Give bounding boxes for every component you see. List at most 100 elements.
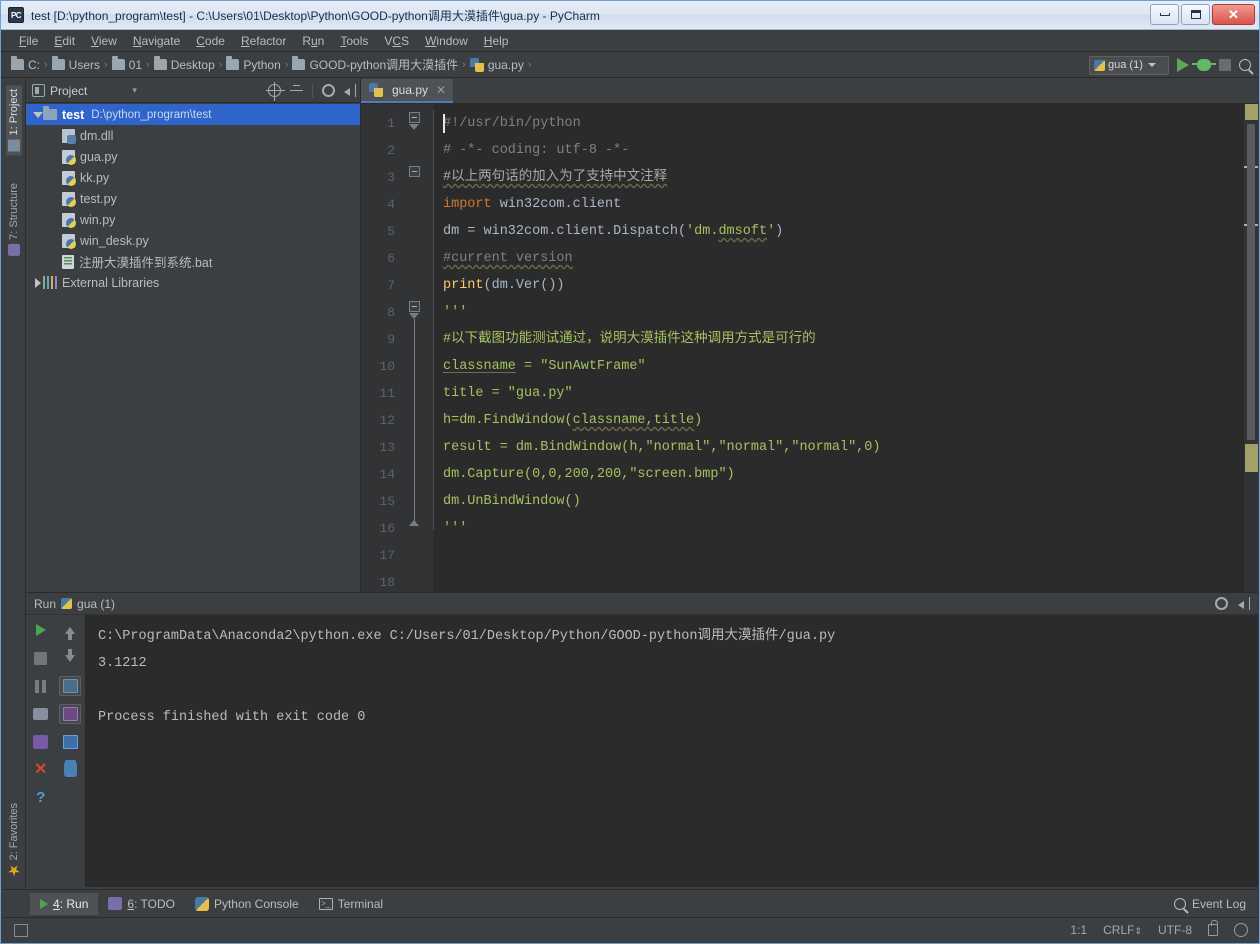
- code-line-1: #!/usr/bin/python: [433, 110, 1244, 137]
- app-icon: PC: [8, 7, 24, 23]
- tree-label: test.py: [80, 192, 117, 206]
- caret-position[interactable]: 1:1: [1070, 923, 1087, 937]
- menu-navigate[interactable]: Navigate: [125, 32, 188, 50]
- bottom-tab-terminal-label: Terminal: [338, 897, 383, 911]
- stop-button[interactable]: [30, 648, 52, 668]
- scroll-down-button[interactable]: [59, 648, 81, 668]
- fold-region-end-icon: [409, 124, 419, 130]
- sidebar-item-structure[interactable]: 7: Structure: [6, 179, 22, 260]
- run-console-output[interactable]: C:\ProgramData\Anaconda2\python.exe C:/U…: [86, 615, 1258, 887]
- code-text: #以下截图功能测试通过，说明大漠插件这种调用方式是可行的: [443, 332, 816, 347]
- minimize-button[interactable]: [1150, 4, 1179, 25]
- menu-vcs[interactable]: VCS: [376, 32, 417, 50]
- run-configuration-selector[interactable]: gua (1): [1089, 56, 1169, 75]
- line-number: 13: [361, 434, 433, 461]
- tree-row-bat[interactable]: 注册大漠插件到系统.bat: [26, 251, 360, 272]
- breadcrumb-item-6[interactable]: gua.py: [488, 58, 524, 72]
- menu-file[interactable]: File: [11, 32, 46, 50]
- pause-icon: [34, 680, 47, 693]
- menu-run[interactable]: Run: [294, 32, 332, 50]
- breadcrumb-item-5[interactable]: GOOD-python调用大漠插件: [309, 56, 458, 73]
- code-line-10: classname = "SunAwtFrame": [433, 353, 1244, 380]
- close-run-button[interactable]: ✕: [30, 760, 52, 780]
- fold-collapse-icon[interactable]: [409, 301, 420, 312]
- close-icon[interactable]: ✕: [436, 83, 446, 97]
- menu-view[interactable]: View: [83, 32, 125, 50]
- encoding[interactable]: UTF-8: [1158, 923, 1192, 937]
- event-log-button[interactable]: Event Log: [1174, 897, 1246, 911]
- collapse-all-icon[interactable]: [290, 84, 303, 97]
- expand-arrow-icon[interactable]: [32, 112, 43, 118]
- settings-gear-icon[interactable]: [1215, 597, 1228, 610]
- breadcrumb-item-2[interactable]: 01: [129, 58, 142, 72]
- bottom-tab-terminal[interactable]: >_ Terminal: [309, 893, 393, 915]
- line-number: 10: [361, 353, 433, 380]
- line-separator[interactable]: CRLF⇕: [1103, 923, 1142, 937]
- bottom-tab-python-console-label: Python Console: [214, 897, 299, 911]
- print-button[interactable]: [30, 704, 52, 724]
- breadcrumb-item-4[interactable]: Python: [243, 58, 280, 72]
- close-button[interactable]: ✕: [1212, 4, 1255, 25]
- menu-help[interactable]: Help: [476, 32, 517, 50]
- navigation-bar: C: › Users › 01 › Desktop › Python › GOO…: [1, 52, 1259, 78]
- debug-button[interactable]: [1197, 59, 1211, 71]
- tree-row-win-py[interactable]: win.py: [26, 209, 360, 230]
- rerun-button[interactable]: [30, 620, 52, 640]
- menu-code[interactable]: Code: [188, 32, 233, 50]
- bottom-tab-todo[interactable]: 6: TODO: [98, 893, 185, 915]
- tree-row-dm-dll[interactable]: dm.dll: [26, 125, 360, 146]
- breadcrumb-item-3[interactable]: Desktop: [171, 58, 215, 72]
- scrollbar-thumb[interactable]: [1247, 124, 1255, 440]
- soft-wrap-button[interactable]: [59, 676, 81, 696]
- camera-icon: [63, 735, 78, 749]
- bottom-tab-python-console[interactable]: Python Console: [185, 893, 309, 915]
- breadcrumb-item-1[interactable]: Users: [69, 58, 100, 72]
- sidebar-item-project[interactable]: 1: Project: [6, 85, 22, 155]
- tab-gua-py[interactable]: gua.py ✕: [361, 79, 453, 103]
- pause-button[interactable]: [30, 676, 52, 696]
- tree-row-test[interactable]: test D:\python_program\test: [26, 104, 360, 125]
- hide-panel-icon[interactable]: [1238, 597, 1250, 610]
- tree-row-test-py[interactable]: test.py: [26, 188, 360, 209]
- folder-icon: [52, 59, 65, 70]
- stop-button[interactable]: [1219, 59, 1231, 71]
- lock-icon[interactable]: [1208, 924, 1218, 936]
- clear-all-button[interactable]: [59, 760, 81, 780]
- expand-arrow-icon[interactable]: [32, 278, 43, 288]
- code-line-6: #current version: [433, 245, 1244, 272]
- line-number: 9: [361, 326, 433, 353]
- help-button[interactable]: ?: [30, 788, 52, 808]
- breadcrumb-item-0[interactable]: C:: [28, 58, 40, 72]
- toggle-toolbar-icon[interactable]: [14, 924, 28, 937]
- fold-collapse-icon[interactable]: [409, 112, 420, 123]
- code-line-13: result = dm.BindWindow(h,"normal","norma…: [433, 434, 1244, 461]
- tree-row-win-desk-py[interactable]: win_desk.py: [26, 230, 360, 251]
- tree-row-kk-py[interactable]: kk.py: [26, 167, 360, 188]
- fold-collapse-icon[interactable]: [409, 166, 420, 177]
- tree-row-external-libraries[interactable]: External Libraries: [26, 272, 360, 293]
- project-icon: [8, 139, 20, 151]
- expand-all-icon[interactable]: [268, 84, 281, 97]
- scroll-up-button[interactable]: [59, 620, 81, 640]
- menu-edit[interactable]: Edit: [46, 32, 83, 50]
- menu-refactor[interactable]: Refactor: [233, 32, 294, 50]
- python-file-icon: [62, 213, 75, 227]
- print-icon: [33, 708, 48, 720]
- tree-row-gua-py[interactable]: gua.py: [26, 146, 360, 167]
- sidebar-item-favorites[interactable]: 2: Favorites: [6, 799, 22, 880]
- code-line-3: #以上两句话的加入为了支持中文注释: [433, 164, 1244, 191]
- code-text: # -*- coding: utf-8 -*-: [443, 143, 629, 158]
- maximize-button[interactable]: [1181, 4, 1210, 25]
- search-everywhere-icon[interactable]: [1239, 59, 1251, 71]
- menu-window[interactable]: Window: [417, 32, 476, 50]
- hide-panel-icon[interactable]: [344, 84, 356, 97]
- menu-tools[interactable]: Tools: [332, 32, 376, 50]
- thread-dump-button[interactable]: [30, 732, 52, 752]
- run-button[interactable]: [1177, 58, 1189, 72]
- print-output-button[interactable]: [59, 704, 81, 724]
- inspection-smiley-icon[interactable]: [1234, 923, 1248, 937]
- settings-gear-icon[interactable]: [322, 84, 335, 97]
- chevron-down-icon[interactable]: ▾: [132, 85, 137, 96]
- bottom-tab-run[interactable]: 4: Run: [30, 893, 98, 915]
- console-button[interactable]: [59, 732, 81, 752]
